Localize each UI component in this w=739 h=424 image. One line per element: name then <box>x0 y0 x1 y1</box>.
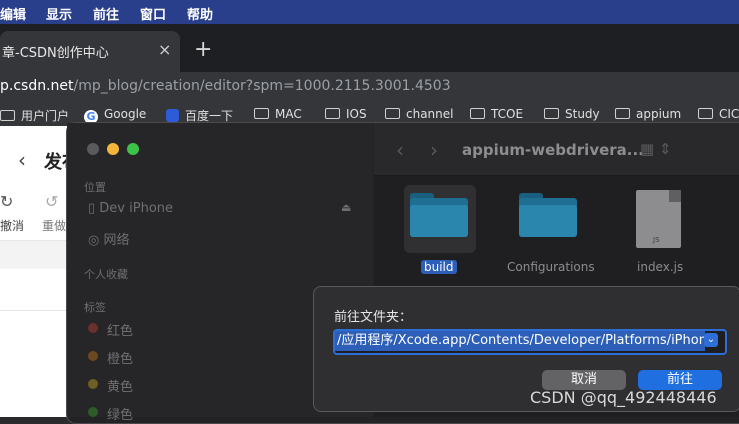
bookmark-label: Google <box>104 107 147 121</box>
phone-icon: ▯ <box>88 201 100 216</box>
tab-close-icon[interactable]: × <box>158 40 171 59</box>
folder-icon <box>698 108 713 119</box>
back-icon[interactable]: ‹ <box>396 138 404 162</box>
js-badge: JS <box>653 236 660 244</box>
file-name-build[interactable]: build <box>421 260 457 274</box>
bookmark-label: 百度一下 <box>185 109 234 123</box>
grid-view-icon[interactable]: ▦ ⇕ <box>640 140 672 158</box>
close-window-button[interactable] <box>87 143 99 155</box>
editor-title-strip <box>0 241 70 269</box>
file-name-index-js[interactable]: index.js <box>637 260 683 274</box>
redo-label[interactable]: 重做 <box>42 217 66 234</box>
menu-go[interactable]: 前往 <box>93 4 119 23</box>
menu-help[interactable]: 帮助 <box>187 4 213 23</box>
cancel-button[interactable]: 取消 <box>542 370 626 390</box>
folder-icon <box>385 108 400 119</box>
bookmark-label: CIC <box>719 107 739 121</box>
folder-icon[interactable] <box>519 193 577 237</box>
menu-view[interactable]: 显示 <box>46 4 72 23</box>
baidu-icon <box>166 109 179 122</box>
tag-green-icon <box>88 407 98 417</box>
editor-divider <box>0 310 70 311</box>
bookmark-appium[interactable]: appium <box>615 107 681 121</box>
zoom-window-button[interactable] <box>127 143 139 155</box>
sidebar-item-device[interactable]: ▯ Dev iPhone <box>88 201 173 216</box>
new-tab-button[interactable]: + <box>194 37 212 62</box>
folder-icon <box>544 108 559 119</box>
folder-icon <box>615 108 630 119</box>
redo-icon[interactable]: ↺ <box>45 192 58 211</box>
dialog-title: 前往文件夹： <box>334 310 413 325</box>
undo-icon[interactable]: ↻ <box>0 192 13 211</box>
sidebar-item-label: 网络 <box>103 233 130 248</box>
menu-bar: 编辑 显示 前往 窗口 帮助 <box>0 0 739 24</box>
url-host: p.csdn.net <box>0 78 74 94</box>
tag-yellow-icon <box>88 379 98 389</box>
bookmark-ios[interactable]: IOS <box>325 107 367 121</box>
folder-icon[interactable] <box>410 193 468 237</box>
minimize-window-button[interactable] <box>107 143 119 155</box>
locations-header: 位置 <box>84 181 106 194</box>
bookmark-tcoe[interactable]: TCOE <box>470 107 523 121</box>
tab-title: 章-CSDN创作中心 <box>2 46 109 61</box>
sidebar-item-label: Dev iPhone <box>99 201 174 216</box>
eject-icon[interactable]: ⏏ <box>341 201 351 214</box>
url-path: /mp_blog/creation/editor?spm=1000.2115.3… <box>73 78 451 94</box>
sidebar-tag-yellow[interactable]: 黄色 <box>107 376 133 395</box>
url-text[interactable]: p.csdn.net/mp_blog/creation/editor?spm=1… <box>0 78 451 94</box>
bookmark-cic[interactable]: CIC <box>698 107 739 121</box>
bookmark-label: channel <box>406 107 454 121</box>
folder-path-value[interactable]: /应用程序/Xcode.app/Contents/Developer/Platf… <box>335 331 705 351</box>
undo-label[interactable]: 撤消 <box>0 217 24 234</box>
bookmark-label: 用户门户 <box>21 109 70 123</box>
tag-red-icon <box>88 323 98 333</box>
forward-icon[interactable]: › <box>430 138 438 162</box>
tags-header: 标签 <box>84 301 106 314</box>
menu-edit[interactable]: 编辑 <box>0 4 26 23</box>
sidebar-tag-orange[interactable]: 橙色 <box>107 348 133 367</box>
back-arrow-icon[interactable]: ‹ <box>18 148 26 172</box>
bookmark-label: TCOE <box>491 107 524 121</box>
tag-orange-icon <box>88 351 98 361</box>
watermark: CSDN @qq_492448446 <box>530 388 717 407</box>
chevron-down-icon[interactable]: ⌄ <box>704 333 718 347</box>
folder-icon <box>0 110 15 121</box>
folder-icon <box>325 108 340 119</box>
menu-window[interactable]: 窗口 <box>140 4 166 23</box>
bookmark-label: IOS <box>346 107 367 121</box>
favorites-header: 个人收藏 <box>84 268 128 281</box>
file-name-configurations[interactable]: Configurations <box>507 260 595 274</box>
folder-icon <box>254 108 269 119</box>
folder-icon <box>470 108 485 119</box>
finder-path-title: appium-webdrivera... <box>462 141 644 159</box>
bookmark-label: MAC <box>275 107 302 121</box>
bookmark-channel[interactable]: channel <box>385 107 453 121</box>
sidebar-tag-red[interactable]: 红色 <box>107 320 133 339</box>
bookmark-label: appium <box>636 107 682 121</box>
go-button[interactable]: 前往 <box>638 370 722 390</box>
sidebar-tag-green[interactable]: 绿色 <box>107 404 133 423</box>
sidebar-item-network[interactable]: ◎ 网络 <box>88 229 130 248</box>
bookmark-mac[interactable]: MAC <box>254 107 302 121</box>
bookmark-label: Study <box>565 107 600 121</box>
bookmark-study[interactable]: Study <box>544 107 600 121</box>
bookmark-user-portal[interactable]: 用户门户 <box>0 107 69 124</box>
globe-icon: ◎ <box>88 233 104 248</box>
